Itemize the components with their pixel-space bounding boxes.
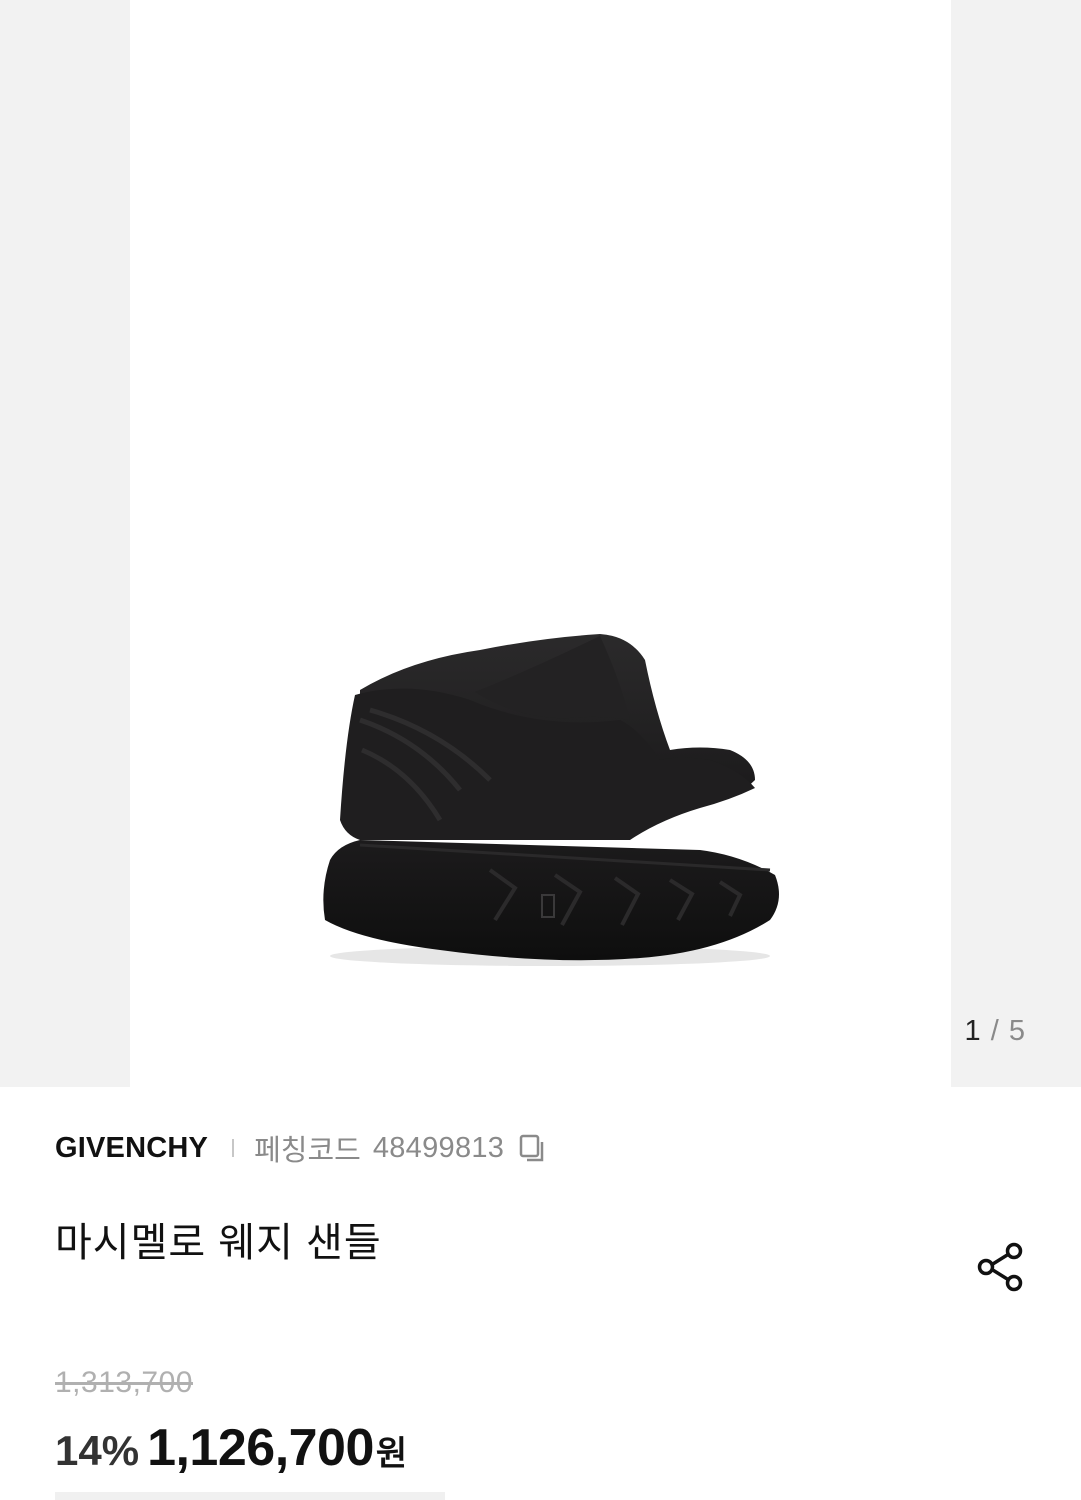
product-title: 마시멜로 웨지 샌들 (55, 1221, 382, 1265)
product-image-carousel[interactable]: 1 / 5 (0, 0, 1081, 1087)
product-image (323, 634, 779, 966)
sale-price: 1,126,700 (147, 1419, 374, 1477)
section-divider (55, 1492, 445, 1500)
carousel-current-slide[interactable] (130, 0, 951, 1087)
sale-price-row: 14% 1,126,700 원 (55, 1418, 407, 1478)
copy-icon[interactable] (518, 1133, 548, 1163)
share-button[interactable] (972, 1238, 1030, 1296)
discount-rate: 14% (55, 1427, 140, 1474)
carousel-previous-slide-peek[interactable] (0, 0, 130, 1087)
product-code-value: 48499813 (372, 1131, 505, 1164)
brand-divider (232, 1139, 235, 1157)
original-price: 1,313,700 (55, 1366, 193, 1399)
currency-unit: 원 (375, 1435, 408, 1473)
slide-counter-current: 1 (964, 1015, 982, 1047)
share-icon (977, 1242, 1023, 1292)
carousel-next-slide-peek[interactable] (951, 0, 1081, 1087)
brand-row: GIVENCHY 페칭코드 48499813 (55, 1128, 548, 1168)
slide-counter: 1 / 5 (965, 1015, 1026, 1048)
brand-name-link[interactable]: GIVENCHY (55, 1132, 208, 1165)
slide-counter-separator: / (990, 1015, 1000, 1047)
product-code-label: 페칭코드 (254, 1135, 361, 1167)
slide-counter-total: 5 (1008, 1015, 1026, 1047)
